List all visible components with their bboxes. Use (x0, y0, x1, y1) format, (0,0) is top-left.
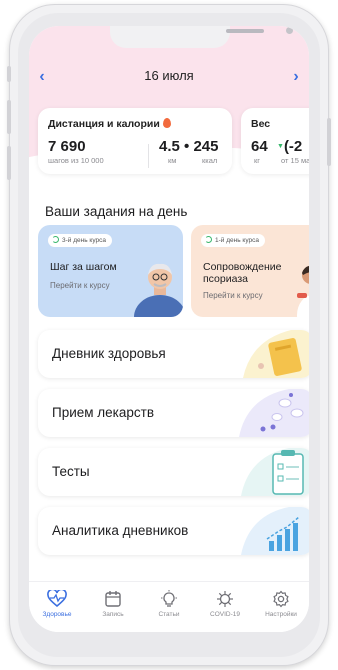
weight-delta: ▼(-2 (277, 138, 302, 155)
nav-label: Настройки (265, 611, 297, 618)
course-day-badge: 1-й день курса (201, 234, 265, 247)
kcal-value: 245 (193, 138, 219, 155)
pills-icon (239, 389, 309, 437)
nav-settings[interactable]: Настройки (253, 590, 309, 618)
nav-label: Статьи (158, 611, 180, 618)
volume-down-button (7, 146, 11, 180)
km-unit: км (168, 156, 177, 165)
bottom-navigation: Здоровье Запись Статьи COVID-19 Настройк… (29, 581, 309, 632)
km-kcal-values: 4.5 • 245 (159, 138, 219, 155)
course-day-badge: 3-й день курса (48, 234, 112, 247)
divider (148, 144, 149, 168)
kcal-unit: ккал (202, 156, 218, 165)
bar-chart-icon (241, 507, 309, 555)
course-card-psoriasis[interactable]: 1-й день курса Сопровождение псориаза Пе… (191, 225, 309, 317)
elderly-man-illustration (134, 263, 183, 317)
heart-pulse-icon (47, 590, 67, 608)
chevron-right-icon[interactable]: › (285, 66, 307, 88)
mute-switch (7, 66, 11, 82)
menu-label: Дневник здоровья (52, 346, 166, 361)
nav-articles[interactable]: Статьи (141, 590, 197, 618)
menu-label: Аналитика дневников (52, 523, 189, 538)
nav-label: Запись (102, 611, 124, 618)
app-screen: ‹ 16 июля › Дистанция и калории 7 690 ша… (29, 26, 309, 632)
weight-card[interactable]: Вес 64 ▼(-2 кг от 15 ма (241, 108, 309, 174)
flame-icon (162, 118, 171, 128)
health-diary-card[interactable]: Дневник здоровья (38, 330, 309, 378)
power-button (327, 118, 331, 166)
weight-title: Вес (251, 118, 271, 130)
medications-card[interactable]: Прием лекарств (38, 389, 309, 437)
current-date: 16 июля (144, 68, 194, 83)
nav-label: COVID-19 (210, 611, 240, 618)
nav-label: Здоровье (42, 611, 72, 618)
nav-health[interactable]: Здоровье (29, 590, 85, 618)
weight-delta-caption: от 15 ма (281, 156, 309, 165)
phone-notch (110, 26, 293, 48)
steps-value: 7 690 (48, 138, 86, 155)
calendar-icon (105, 591, 121, 607)
gear-icon (273, 590, 289, 608)
front-camera (286, 27, 293, 34)
volume-up-button (7, 100, 11, 134)
doctor-illustration (297, 265, 309, 317)
chevron-left-icon[interactable]: ‹ (31, 66, 53, 88)
card-title: Дистанция и калории (48, 118, 171, 130)
nav-covid[interactable]: COVID-19 (197, 590, 253, 618)
notebook-icon (243, 330, 309, 378)
distance-title: Дистанция и калории (48, 118, 160, 130)
progress-ring-icon (52, 236, 59, 243)
course-day-label: 1-й день курса (215, 237, 259, 244)
steps-caption: шагов из 10 000 (48, 156, 104, 165)
course-day-label: 3-й день курса (62, 237, 106, 244)
course-title: Шаг за шагом (50, 261, 117, 273)
course-title-line1: Сопровождение (203, 261, 282, 273)
course-title: Сопровождение псориаза (203, 261, 281, 285)
virus-icon (217, 591, 233, 607)
weight-value: 64 (251, 138, 268, 155)
weight-unit: кг (254, 156, 261, 165)
weight-delta-value: (-2 (283, 138, 303, 155)
menu-label: Прием лекарств (52, 405, 155, 420)
lightbulb-icon (161, 590, 177, 607)
km-value: 4.5 (159, 138, 180, 155)
course-card-step-by-step[interactable]: 3-й день курса Шаг за шагом Перейти к ку… (38, 225, 183, 317)
speaker-grille (226, 29, 264, 33)
clipboard-icon (241, 448, 309, 496)
diary-analytics-card[interactable]: Аналитика дневников (38, 507, 309, 555)
tests-card[interactable]: Тесты (38, 448, 309, 496)
trend-down-icon: ▼ (277, 143, 284, 150)
course-title-line2: псориаза (203, 273, 248, 285)
nav-appointments[interactable]: Запись (85, 590, 141, 618)
menu-label: Тесты (52, 464, 90, 479)
go-to-course-link[interactable]: Перейти к курсу (203, 291, 263, 300)
go-to-course-link[interactable]: Перейти к курсу (50, 281, 110, 290)
separator-dot: • (184, 138, 190, 155)
date-navigator: ‹ 16 июля › (29, 66, 309, 88)
tasks-title: Ваши задания на день (45, 204, 188, 219)
progress-ring-icon (205, 236, 212, 243)
distance-calories-card[interactable]: Дистанция и калории 7 690 шагов из 10 00… (38, 108, 232, 174)
